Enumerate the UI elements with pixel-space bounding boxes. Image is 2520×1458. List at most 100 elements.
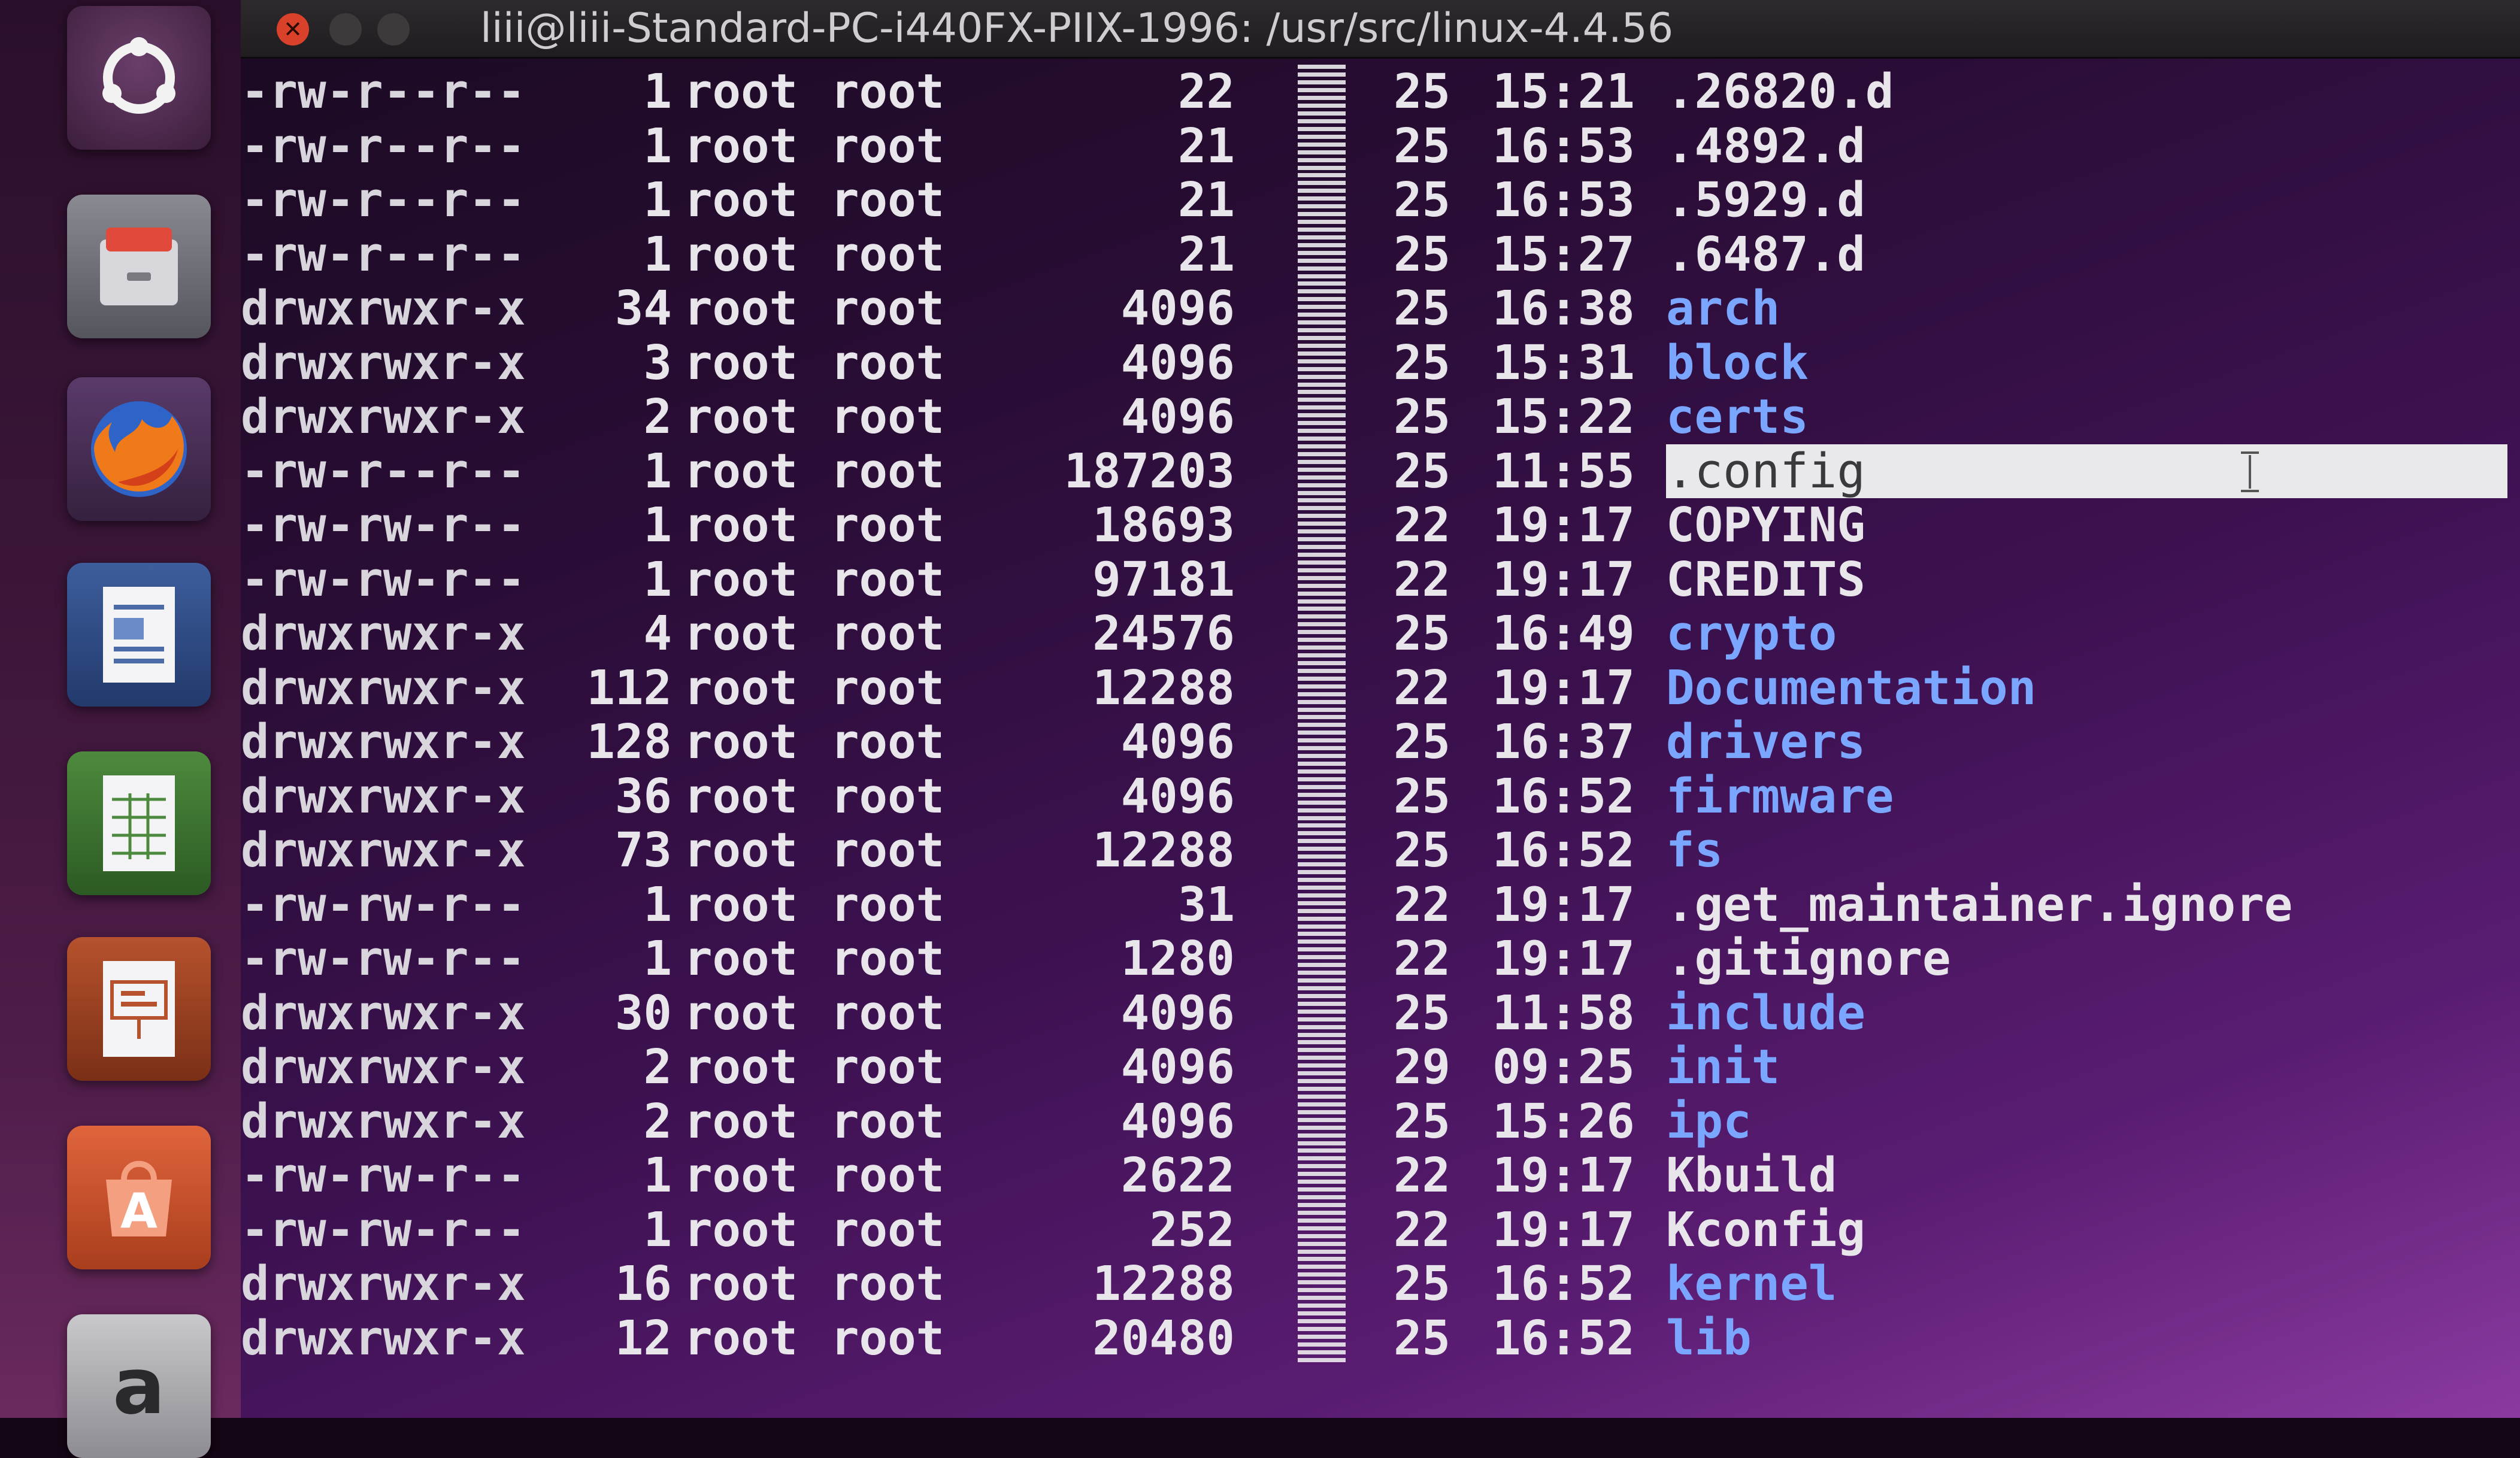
directory-name[interactable]: ipc (1666, 1095, 2504, 1148)
group: root (831, 877, 945, 932)
owner: root (684, 227, 798, 282)
directory-name[interactable]: Documentation (1666, 661, 2504, 715)
impress-icon[interactable] (67, 937, 211, 1081)
listing-row: drwxrwxr-x 73 root root 12288 25 16:52 fs (241, 823, 2520, 877)
month-glyph (1298, 1148, 1346, 1202)
file-size: 4096 (1120, 714, 1235, 769)
firefox-icon[interactable] (67, 377, 211, 521)
day: 22 (1394, 1202, 1451, 1257)
file-size: 21 (1177, 172, 1235, 228)
file-name[interactable]: COPYING (1666, 498, 2504, 552)
maximize-button[interactable] (377, 13, 410, 46)
time: 15:27 (1492, 227, 1635, 282)
permissions: -rw-r--r-- (241, 227, 526, 282)
permissions: -rw-rw-r-- (241, 498, 526, 553)
day: 25 (1394, 1311, 1451, 1366)
group: root (831, 1094, 945, 1149)
terminal-window[interactable]: ✕ liii@liii-Standard-PC-i440FX-PIIX-1996… (241, 0, 2520, 1418)
permissions: drwxrwxr-x (241, 335, 526, 390)
time: 16:53 (1492, 119, 1635, 174)
listing-row: -rw-r--r-- 1 root root 187203 25 11:55 .config (241, 444, 2520, 498)
directory-name[interactable]: init (1666, 1040, 2504, 1094)
file-name[interactable]: .5929.d (1666, 173, 2504, 227)
time: 15:22 (1492, 389, 1635, 444)
file-name[interactable]: .config (1666, 444, 2507, 498)
listing-row: drwxrwxr-x 112 root root 12288 22 19:17 Documen… (241, 661, 2520, 715)
group: root (831, 931, 945, 986)
owner: root (684, 1148, 798, 1203)
day: 22 (1394, 660, 1451, 716)
day: 22 (1394, 931, 1451, 986)
listing-row: drwxrwxr-x 3 root root 4096 25 15:31 block (241, 336, 2520, 390)
owner: root (684, 1256, 798, 1311)
directory-name[interactable]: include (1666, 986, 2504, 1040)
window-title: liii@liii-Standard-PC-i440FX-PIIX-1996: … (480, 5, 1674, 52)
link-count: 2 (643, 389, 672, 444)
owner: root (684, 389, 798, 444)
directory-name[interactable]: firmware (1666, 769, 2504, 823)
file-name[interactable]: Kbuild (1666, 1148, 2504, 1202)
listing-row: -rw-rw-r-- 1 root root 1280 22 19:17 .gitignore (241, 932, 2520, 986)
directory-name[interactable]: drivers (1666, 715, 2504, 769)
amazon-icon[interactable]: a (67, 1314, 211, 1458)
owner: root (684, 606, 798, 661)
directory-name[interactable]: block (1666, 336, 2504, 390)
day: 22 (1394, 1148, 1451, 1203)
day: 25 (1394, 1256, 1451, 1311)
time: 15:26 (1492, 1094, 1635, 1149)
directory-name[interactable]: lib (1666, 1311, 2504, 1365)
month-glyph (1298, 769, 1346, 823)
directory-name[interactable]: arch (1666, 281, 2504, 335)
directory-name[interactable]: kernel (1666, 1257, 2504, 1311)
month-glyph (1298, 715, 1346, 769)
owner: root (684, 552, 798, 607)
group: root (831, 119, 945, 174)
file-name[interactable]: .gitignore (1666, 932, 2504, 986)
minimize-button[interactable] (329, 13, 362, 46)
group: root (831, 64, 945, 119)
owner: root (684, 119, 798, 174)
file-name[interactable]: CREDITS (1666, 553, 2504, 607)
dash-icon[interactable] (67, 6, 211, 150)
software-center-icon[interactable]: A (67, 1126, 211, 1269)
directory-name[interactable]: crypto (1666, 607, 2504, 660)
owner: root (684, 172, 798, 228)
time: 19:17 (1492, 660, 1635, 716)
file-name[interactable]: .6487.d (1666, 228, 2504, 281)
file-name[interactable]: .get_maintainer.ignore (1666, 878, 2504, 932)
time: 11:58 (1492, 986, 1635, 1041)
time: 15:21 (1492, 64, 1635, 119)
file-size: 4096 (1120, 1039, 1235, 1095)
file-name[interactable]: .26820.d (1666, 65, 2504, 119)
text-cursor-icon (2241, 451, 2259, 492)
month-glyph (1298, 986, 1346, 1040)
owner: root (684, 714, 798, 769)
files-icon[interactable] (67, 195, 211, 338)
link-count: 1 (643, 931, 672, 986)
calc-icon[interactable] (67, 751, 211, 895)
listing-row: -rw-r--r-- 1 root root 21 25 16:53.5929.d (241, 173, 2520, 227)
window-titlebar[interactable]: ✕ liii@liii-Standard-PC-i440FX-PIIX-1996… (241, 0, 2520, 59)
permissions: drwxrwxr-x (241, 660, 526, 716)
link-count: 1 (643, 64, 672, 119)
file-name[interactable]: .4892.d (1666, 119, 2504, 173)
directory-name[interactable]: certs (1666, 390, 2504, 444)
file-size: 1280 (1120, 931, 1235, 986)
listing-row: -rw-rw-r-- 1 root root 18693 22 19:17 COPYING (241, 498, 2520, 552)
link-count: 1 (643, 498, 672, 553)
group: root (831, 823, 945, 878)
link-count: 128 (586, 714, 672, 769)
file-name[interactable]: Kconfig (1666, 1203, 2504, 1257)
close-button[interactable]: ✕ (277, 13, 309, 46)
day: 25 (1394, 986, 1451, 1041)
group: root (831, 1202, 945, 1257)
file-size: 22 (1177, 64, 1235, 119)
directory-name[interactable]: fs (1666, 823, 2504, 877)
month-glyph (1298, 119, 1346, 173)
month-glyph (1298, 1203, 1346, 1257)
file-size: 187203 (1064, 444, 1235, 499)
group: root (831, 389, 945, 444)
month-glyph (1298, 281, 1346, 335)
time: 16:37 (1492, 714, 1635, 769)
writer-icon[interactable] (67, 563, 211, 707)
